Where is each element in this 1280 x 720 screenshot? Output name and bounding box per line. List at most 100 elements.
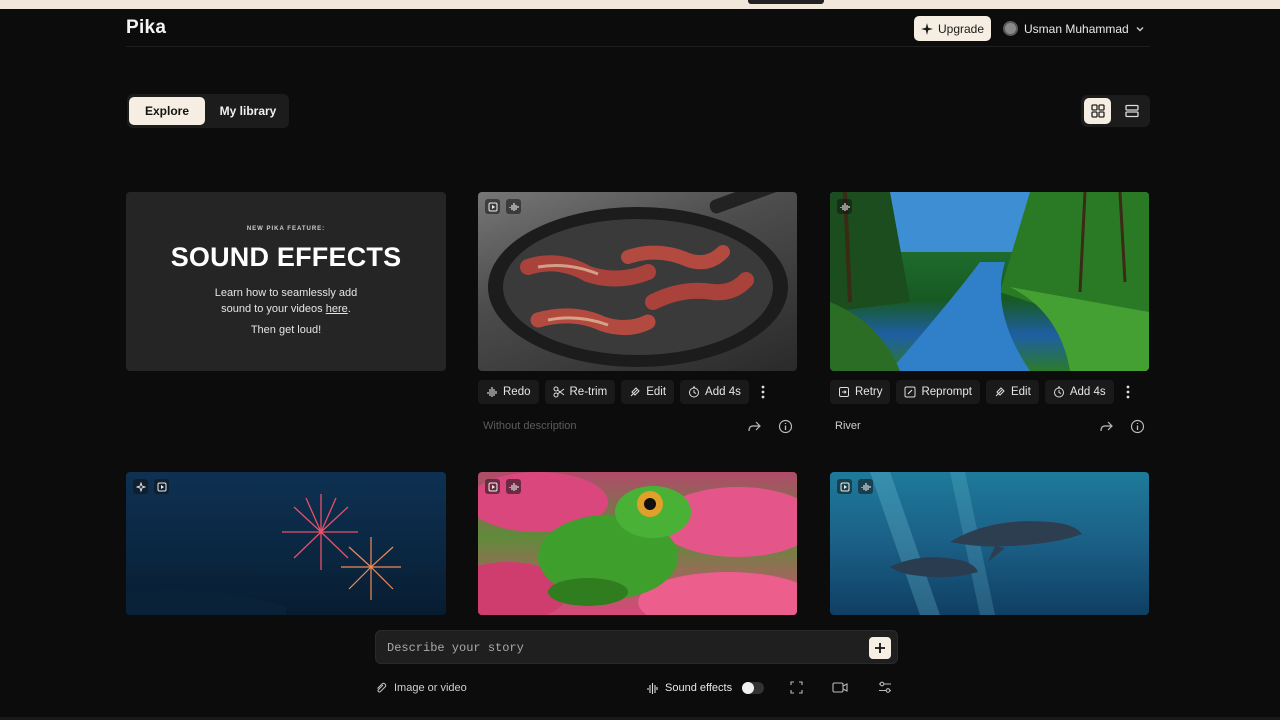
river-scene <box>830 192 1149 371</box>
sound-wave-icon <box>837 199 852 214</box>
info-icon[interactable] <box>1130 419 1145 434</box>
promo-kicker: NEW PIKA FEATURE: <box>246 226 326 232</box>
sound-wave-icon <box>487 387 497 397</box>
attach-media-button[interactable]: Image or video <box>374 679 467 697</box>
promo-line-2: sound to your videos <box>221 303 326 315</box>
timer-icon <box>689 386 700 398</box>
re-trim-button[interactable]: Re-trim <box>544 380 616 404</box>
more-options-icon[interactable] <box>755 380 771 404</box>
adjustments-button[interactable] <box>877 679 893 695</box>
sound-effects-control[interactable]: Sound effects <box>646 679 765 697</box>
camera-settings-button[interactable] <box>832 679 848 695</box>
info-icon[interactable] <box>778 419 793 434</box>
card-2-actions: Retry Reprompt Edit Add 4s <box>830 380 1136 404</box>
timer-icon <box>1053 386 1064 398</box>
edit-button[interactable]: Edit <box>985 380 1039 404</box>
grid-view-button[interactable] <box>1084 98 1111 124</box>
video-icon <box>485 199 500 214</box>
promo-line-2-end: . <box>347 303 351 315</box>
share-icon[interactable] <box>747 419 762 434</box>
list-icon <box>1124 104 1139 118</box>
card-meta-icons <box>1099 419 1145 434</box>
pencil-icon <box>904 386 916 398</box>
avatar <box>1003 21 1018 36</box>
video-thumbnail-frog[interactable] <box>478 472 797 615</box>
add-4s-button[interactable]: Add 4s <box>1044 380 1114 404</box>
scene-badges <box>485 479 521 494</box>
card-description: Without description <box>483 420 577 432</box>
promo-here-link[interactable]: here <box>326 303 348 315</box>
sound-wave-icon <box>506 479 521 494</box>
prompt-composer <box>375 630 898 664</box>
sparkle-icon <box>920 22 933 35</box>
redo-label: Redo <box>503 386 531 398</box>
sliders-icon <box>879 681 891 693</box>
upgrade-label: Upgrade <box>937 21 985 36</box>
reprompt-label: Reprompt <box>921 386 972 398</box>
promo-line-1: Learn how to seamlessly add <box>214 287 358 299</box>
edit-label: Edit <box>1010 386 1031 398</box>
share-icon[interactable] <box>1099 419 1114 434</box>
retry-label: Retry <box>855 386 883 398</box>
video-thumbnail-fireworks[interactable] <box>126 472 446 615</box>
redo-button[interactable]: Redo <box>478 380 539 404</box>
card-description: River <box>835 420 861 432</box>
scissors-icon <box>553 386 564 398</box>
card-1-meta: Without description <box>483 419 793 435</box>
edit-button[interactable]: Edit <box>621 380 675 404</box>
add-4s-button[interactable]: Add 4s <box>680 380 749 404</box>
underwater-scene <box>870 472 1082 615</box>
video-thumbnail-dolphins[interactable] <box>830 472 1149 615</box>
fullscreen-button[interactable] <box>788 679 804 695</box>
edit-label: Edit <box>646 386 667 398</box>
top-notch <box>748 0 824 4</box>
retry-icon <box>839 387 849 397</box>
sound-wave-icon <box>506 199 521 214</box>
bacon-pan-scene <box>488 192 796 367</box>
grid-icon <box>1090 104 1105 118</box>
user-menu[interactable]: Usman Muhammad <box>1003 16 1145 41</box>
video-thumbnail-bacon[interactable] <box>478 192 797 371</box>
scene-badges <box>485 199 521 214</box>
scene-badges <box>837 479 873 494</box>
sparkle-icon <box>133 479 148 494</box>
promo-line-3: Then get loud! <box>250 324 322 336</box>
header: Pika Upgrade Usman Muhammad <box>126 9 1150 47</box>
video-camera-icon <box>832 681 848 693</box>
video-icon <box>485 479 500 494</box>
tab-explore[interactable]: Explore <box>129 97 205 125</box>
scene-badges <box>133 479 169 494</box>
magic-brush-icon <box>995 387 1005 397</box>
scene-badges <box>837 199 852 214</box>
sound-wave-icon <box>647 682 658 694</box>
frog-scene <box>478 472 797 615</box>
sound-effects-toggle[interactable] <box>742 682 765 694</box>
pika-logo[interactable]: Pika <box>126 17 166 39</box>
chevron-down-icon <box>1136 26 1144 31</box>
list-view-button[interactable] <box>1118 98 1145 124</box>
add-4s-label: Add 4s <box>1069 386 1106 398</box>
more-options-icon[interactable] <box>1120 380 1136 404</box>
add-4s-label: Add 4s <box>705 386 741 398</box>
video-thumbnail-river[interactable] <box>830 192 1149 371</box>
reprompt-button[interactable]: Reprompt <box>896 380 980 404</box>
card-meta-icons <box>747 419 793 434</box>
video-icon <box>837 479 852 494</box>
layout-toggle <box>1081 95 1150 127</box>
fireworks-scene <box>126 494 401 615</box>
prompt-input[interactable] <box>387 639 857 657</box>
upgrade-button[interactable]: Upgrade <box>914 16 991 41</box>
card-1-actions: Redo Re-trim Edit Add 4s <box>478 380 771 404</box>
magic-brush-icon <box>630 387 640 397</box>
promo-description: Learn how to seamlessly add sound to you… <box>126 285 446 317</box>
tab-my-library[interactable]: My library <box>211 97 285 125</box>
expand-icon <box>789 680 803 694</box>
video-icon <box>154 479 169 494</box>
plus-icon <box>875 643 885 653</box>
sound-effects-promo-card[interactable]: NEW PIKA FEATURE: SOUND EFFECTS Learn ho… <box>126 192 446 371</box>
submit-prompt-button[interactable] <box>869 637 891 659</box>
browser-top-strip <box>0 0 1280 9</box>
retry-button[interactable]: Retry <box>830 380 891 404</box>
sound-wave-icon <box>858 479 873 494</box>
user-name: Usman Muhammad <box>1024 21 1129 36</box>
